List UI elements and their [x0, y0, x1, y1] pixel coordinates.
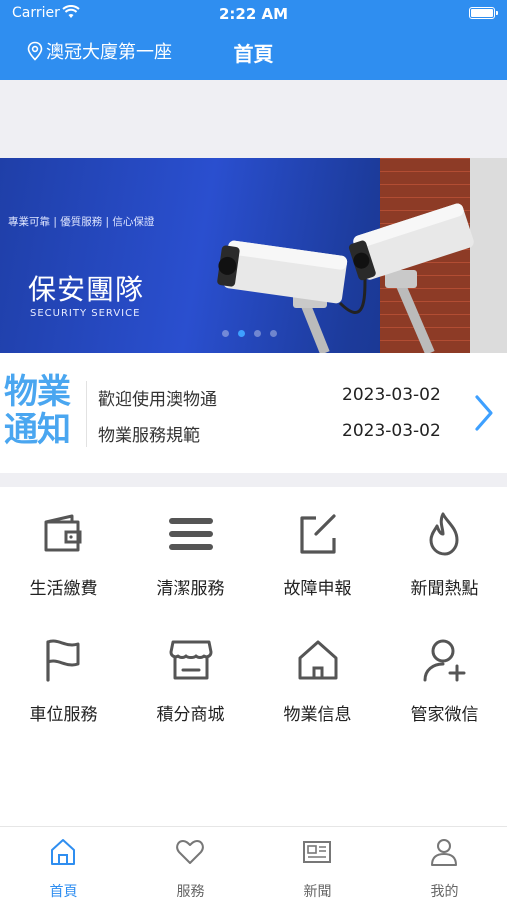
service-label: 管家微信 — [410, 705, 479, 725]
service-life-payment[interactable]: 生活繳費 — [0, 500, 127, 610]
service-label: 生活繳費 — [29, 579, 98, 599]
service-label: 新聞熱點 — [410, 579, 479, 599]
location-name: 澳冠大廈第一座 — [46, 42, 172, 63]
section-separator — [0, 473, 507, 487]
service-label: 積分商城 — [156, 705, 225, 725]
status-bar: Carrier 2:22 AM — [0, 0, 507, 28]
chevron-right-icon[interactable] — [468, 391, 498, 435]
notice-title: 物業服務規範 — [98, 426, 200, 446]
notice-logo-line2: 通知 — [4, 410, 71, 450]
tab-label: 服務 — [176, 884, 205, 900]
service-news-hot[interactable]: 新聞熱點 — [381, 500, 507, 610]
nav-bar: 澳冠大廈第一座 首頁 — [0, 36, 507, 72]
flame-icon — [429, 512, 459, 556]
tab-news[interactable]: 新聞 — [254, 827, 381, 900]
home-icon — [51, 839, 75, 865]
location-selector[interactable]: 澳冠大廈第一座 — [26, 38, 172, 64]
banner-tagline: 專業可靠 | 優質服務 | 信心保證 — [8, 216, 155, 228]
tab-profile[interactable]: 我的 — [381, 827, 507, 900]
tab-label: 我的 — [430, 884, 459, 900]
service-fault-report[interactable]: 故障申報 — [254, 500, 381, 610]
clock: 2:22 AM — [218, 5, 289, 23]
service-butler-wechat[interactable]: 管家微信 — [381, 626, 507, 736]
notice-item[interactable]: 歡迎使用澳物通 2023-03-02 — [98, 385, 448, 410]
location-pin-icon — [27, 41, 43, 61]
tab-home[interactable]: 首頁 — [0, 827, 127, 900]
flag-icon — [46, 639, 80, 682]
store-icon — [169, 640, 213, 680]
pagination-dot[interactable] — [222, 330, 229, 337]
service-points-mall[interactable]: 積分商城 — [127, 626, 254, 736]
tab-label: 新聞 — [303, 884, 332, 900]
notice-item[interactable]: 物業服務規範 2023-03-02 — [98, 421, 448, 446]
service-label: 車位服務 — [29, 705, 98, 725]
news-icon — [303, 841, 331, 863]
home-icon — [298, 640, 338, 680]
heart-icon — [176, 840, 204, 864]
service-parking[interactable]: 車位服務 — [0, 626, 127, 736]
pagination-dot[interactable] — [254, 330, 261, 337]
menu-lines-icon — [169, 518, 213, 550]
notice-logo: 物業 通知 — [4, 373, 80, 449]
service-property-info[interactable]: 物業信息 — [254, 626, 381, 736]
pagination-dot-active[interactable] — [238, 330, 245, 337]
battery-icon — [469, 7, 498, 19]
pagination-dot[interactable] — [270, 330, 277, 337]
notice-divider — [86, 381, 87, 447]
notice-title: 歡迎使用澳物通 — [98, 390, 217, 410]
tab-bar: 首頁 服務 新聞 我的 — [0, 826, 507, 900]
spacer-band — [0, 80, 507, 158]
service-label: 故障申報 — [283, 579, 352, 599]
banner-subtitle: SECURITY SERVICE — [30, 308, 141, 319]
promo-banner[interactable]: 專業可靠 | 優質服務 | 信心保證 保安團隊 SECURITY SERVICE — [0, 158, 507, 353]
service-label: 清潔服務 — [156, 579, 225, 599]
banner-title: 保安團隊 — [28, 273, 145, 306]
notice-date: 2023-03-02 — [342, 421, 441, 441]
wallet-icon — [44, 514, 82, 552]
notice-logo-line1: 物業 — [4, 372, 71, 412]
user-icon — [431, 839, 457, 866]
security-camera-image — [217, 203, 474, 353]
top-bar: Carrier 2:22 AM 澳冠大廈第一座 首頁 — [0, 0, 507, 80]
tab-services[interactable]: 服務 — [127, 827, 254, 900]
edit-icon — [300, 514, 336, 554]
tab-label: 首頁 — [49, 884, 78, 900]
banner-pagination[interactable] — [222, 330, 277, 337]
property-notice: 物業 通知 歡迎使用澳物通 2023-03-02 物業服務規範 2023-03-… — [0, 353, 507, 473]
notice-date: 2023-03-02 — [342, 385, 441, 405]
service-label: 物業信息 — [283, 705, 352, 725]
add-user-icon — [423, 639, 466, 682]
service-cleaning[interactable]: 清潔服務 — [127, 500, 254, 610]
